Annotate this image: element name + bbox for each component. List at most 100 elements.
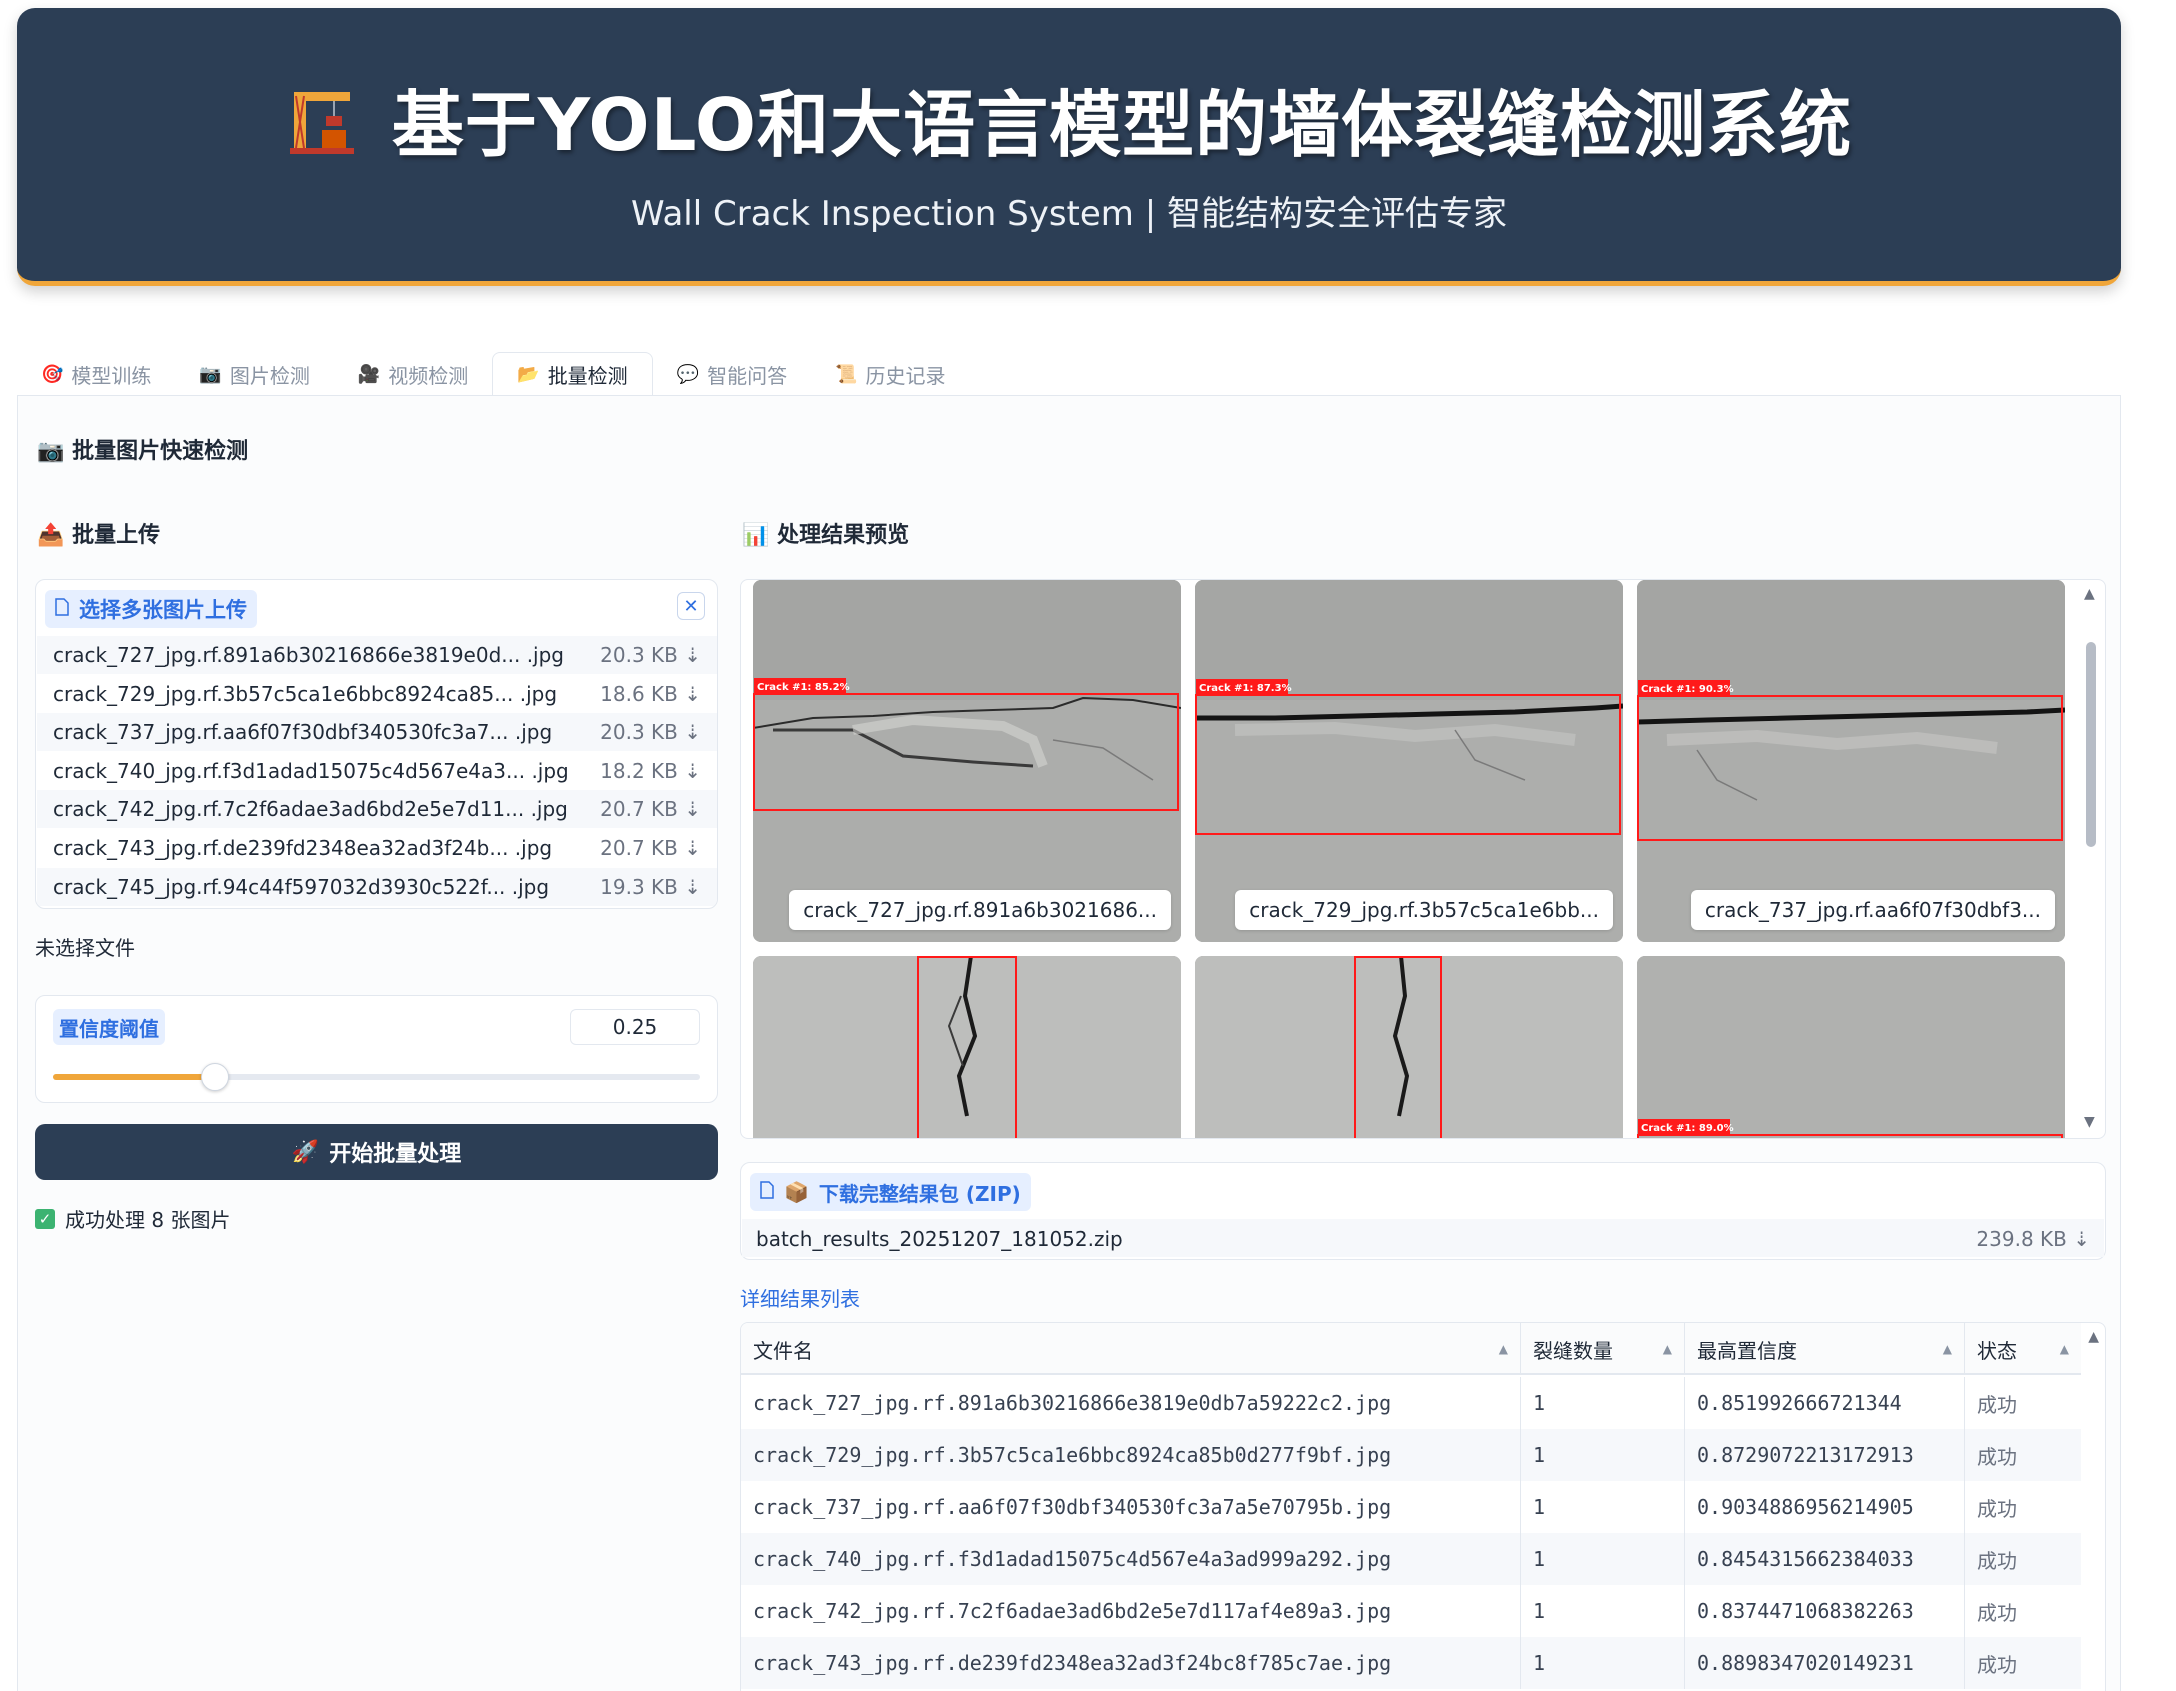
column-header-filename[interactable]: 文件名 ▲	[741, 1323, 1521, 1375]
cell-confidence: 0.8729072213172913	[1685, 1429, 1965, 1481]
gallery-item[interactable]: Crack #1: 85.2% crack_727_jpg.rf.891a6b3…	[753, 580, 1181, 942]
upload-label: 选择多张图片上传	[45, 590, 257, 628]
file-icon	[55, 597, 69, 621]
cell-status: 成功	[1977, 1652, 2017, 1677]
cell-filename: crack_737_jpg.rf.aa6f07f30dbf340530fc3a7…	[741, 1481, 1521, 1533]
cell-confidence: 0.9034886956214905	[1685, 1481, 1965, 1533]
tab-batch-detection[interactable]: 📂 批量检测	[492, 352, 653, 396]
file-name[interactable]: crack_743_jpg.rf.de239fd2348ea32ad3f24b.…	[53, 836, 552, 860]
tab-label: 图片检测	[229, 363, 310, 388]
page-title: 📷 批量图片快速检测	[37, 439, 249, 464]
cell-filename: crack_729_jpg.rf.3b57c5ca1e6bbc8924ca85b…	[741, 1429, 1521, 1481]
tab-label: 视频检测	[388, 363, 469, 388]
scroll-down-icon[interactable]: ▼	[2084, 1114, 2095, 1130]
confidence-value-input[interactable]: 0.25	[570, 1009, 700, 1045]
cell-count: 1	[1521, 1533, 1685, 1585]
start-batch-button[interactable]: 🚀 开始批量处理	[35, 1124, 718, 1180]
file-row[interactable]: crack_745_jpg.rf.94c44f597032d3930c522f.…	[37, 867, 717, 906]
status-message: ✓ 成功处理 8 张图片	[35, 1204, 230, 1233]
download-label: 📦 下载完整结果包 (ZIP)	[750, 1173, 1031, 1211]
sort-icon[interactable]: ▲	[2060, 1342, 2069, 1356]
tab-label: 模型训练	[71, 363, 152, 388]
table-row[interactable]: crack_740_jpg.rf.f3d1adad15075c4d567e4a3…	[741, 1533, 2081, 1585]
table-row[interactable]: crack_727_jpg.rf.891a6b30216866e3819e0db…	[741, 1377, 2081, 1429]
gallery-item[interactable]	[753, 956, 1181, 1138]
folder-icon: 📂	[517, 363, 540, 385]
gallery-item[interactable]	[1195, 956, 1623, 1138]
file-name[interactable]: crack_737_jpg.rf.aa6f07f30dbf340530fc3a7…	[53, 720, 552, 744]
file-row[interactable]: crack_729_jpg.rf.3b57c5ca1e6bbc8924ca85.…	[37, 675, 717, 713]
rocket-icon: 🚀	[291, 1139, 320, 1165]
tab-bar: 🎯 模型训练 📷 图片检测 🎥 视频检测 📂 批量检测 💬 智能问答 📜 历史记录	[17, 352, 970, 396]
table-row[interactable]: crack_729_jpg.rf.3b57c5ca1e6bbc8924ca85b…	[741, 1429, 2081, 1481]
table-row[interactable]: crack_737_jpg.rf.aa6f07f30dbf340530fc3a7…	[741, 1481, 2081, 1533]
confidence-label: 置信度阈值	[53, 1009, 165, 1045]
tab-model-training[interactable]: 🎯 模型训练	[17, 352, 175, 396]
cell-count: 1	[1521, 1585, 1685, 1637]
file-size: 20.3 KB ⇣	[600, 643, 701, 667]
tab-history[interactable]: 📜 历史记录	[811, 352, 969, 396]
file-size: 19.3 KB ⇣	[600, 874, 701, 899]
camera-icon: 📷	[37, 439, 65, 464]
cell-confidence: 0.8374471068382263	[1685, 1585, 1965, 1637]
column-header-confidence[interactable]: 最高置信度 ▲	[1685, 1323, 1965, 1375]
tab-label: 智能问答	[707, 363, 788, 388]
target-icon: 🎯	[41, 363, 64, 385]
file-name[interactable]: crack_727_jpg.rf.891a6b30216866e3819e0d.…	[53, 643, 564, 667]
file-row[interactable]: crack_742_jpg.rf.7c2f6adae3ad6bd2e5e7d11…	[37, 790, 717, 829]
sort-icon[interactable]: ▲	[1663, 1342, 1672, 1356]
table-header: 文件名 ▲ 裂缝数量 ▲ 最高置信度 ▲ 状态 ▲	[741, 1323, 2081, 1375]
tab-smart-qa[interactable]: 💬 智能问答	[653, 352, 811, 396]
gallery-scrollbar[interactable]: ▲ ▼	[2077, 580, 2105, 1138]
tab-video-detection[interactable]: 🎥 视频检测	[334, 352, 492, 396]
results-table: 文件名 ▲ 裂缝数量 ▲ 最高置信度 ▲ 状态 ▲ crack_727_jpg.rf.8…	[740, 1322, 2106, 1691]
cell-filename: crack_743_jpg.rf.de239fd2348ea32ad3f24bc…	[741, 1637, 1521, 1689]
file-name[interactable]: crack_745_jpg.rf.94c44f597032d3930c522f.…	[53, 875, 549, 899]
clear-files-button[interactable]: ✕	[677, 592, 705, 620]
file-name[interactable]: crack_742_jpg.rf.7c2f6adae3ad6bd2e5e7d11…	[53, 797, 568, 821]
tab-image-detection[interactable]: 📷 图片检测	[175, 352, 333, 396]
scroll-up-icon[interactable]: ▲	[2088, 1329, 2099, 1345]
detection-label: Crack #1: 87.3%	[1199, 683, 1292, 694]
camera-icon: 📷	[199, 363, 222, 385]
table-row[interactable]: crack_742_jpg.rf.7c2f6adae3ad6bd2e5e7d11…	[741, 1585, 2081, 1637]
gallery-caption: crack_729_jpg.rf.3b57c5ca1e6bb...	[1235, 890, 1613, 930]
cell-count: 1	[1521, 1429, 1685, 1481]
cell-count: 1	[1521, 1377, 1685, 1429]
gallery-item[interactable]: Crack #1: 89.0%	[1637, 956, 2065, 1138]
upload-section-title: 📤 批量上传	[37, 523, 161, 548]
cell-status: 成功	[1977, 1600, 2017, 1625]
file-row[interactable]: crack_743_jpg.rf.de239fd2348ea32ad3f24b.…	[37, 829, 717, 867]
confidence-slider[interactable]	[53, 1063, 700, 1091]
scroll-thumb[interactable]	[2086, 642, 2096, 847]
file-name[interactable]: crack_740_jpg.rf.f3d1adad15075c4d567e4a3…	[53, 759, 569, 783]
download-file-row[interactable]: batch_results_20251207_181052.zip 239.8 …	[742, 1219, 2104, 1257]
file-name[interactable]: crack_729_jpg.rf.3b57c5ca1e6bbc8924ca85.…	[53, 682, 557, 706]
app-header: 基于YOLO和大语言模型的墙体裂缝检测系统 Wall Crack Inspect…	[17, 8, 2121, 286]
column-header-status[interactable]: 状态 ▲	[1965, 1323, 2081, 1375]
file-row[interactable]: crack_727_jpg.rf.891a6b30216866e3819e0d.…	[37, 636, 717, 674]
gallery-caption: crack_727_jpg.rf.891a6b3021686...	[789, 890, 1171, 930]
cell-status: 成功	[1977, 1392, 2017, 1417]
sort-icon[interactable]: ▲	[1499, 1342, 1508, 1356]
table-row[interactable]: crack_743_jpg.rf.de239fd2348ea32ad3f24bc…	[741, 1637, 2081, 1689]
file-row[interactable]: crack_737_jpg.rf.aa6f07f30dbf340530fc3a7…	[37, 713, 717, 752]
column-header-count[interactable]: 裂缝数量 ▲	[1521, 1323, 1685, 1375]
cell-confidence: 0.8454315662384033	[1685, 1533, 1965, 1585]
file-upload[interactable]: 选择多张图片上传 ✕ crack_727_jpg.rf.891a6b302168…	[35, 579, 718, 909]
scroll-up-icon[interactable]: ▲	[2084, 586, 2095, 602]
slider-thumb[interactable]	[200, 1063, 229, 1091]
sort-icon[interactable]: ▲	[1943, 1342, 1952, 1356]
cell-filename: crack_727_jpg.rf.891a6b30216866e3819e0db…	[741, 1377, 1521, 1429]
gallery-item[interactable]: Crack #1: 87.3% crack_729_jpg.rf.3b57c5c…	[1195, 580, 1623, 942]
file-size: 18.6 KB ⇣	[600, 681, 701, 706]
download-file-name[interactable]: batch_results_20251207_181052.zip	[756, 1227, 1123, 1251]
speech-bubble-icon: 💬	[676, 363, 700, 385]
close-icon: ✕	[683, 595, 699, 617]
package-icon: 📦	[784, 1180, 809, 1204]
confidence-slider-card: 置信度阈值 0.25	[35, 995, 718, 1103]
gallery-item[interactable]: Crack #1: 90.3% crack_737_jpg.rf.aa6f07f…	[1637, 580, 2065, 942]
file-row[interactable]: crack_740_jpg.rf.f3d1adad15075c4d567e4a3…	[37, 752, 717, 790]
result-gallery[interactable]: Crack #1: 85.2% crack_727_jpg.rf.891a6b3…	[740, 579, 2106, 1139]
bar-chart-icon: 📊	[742, 523, 770, 548]
